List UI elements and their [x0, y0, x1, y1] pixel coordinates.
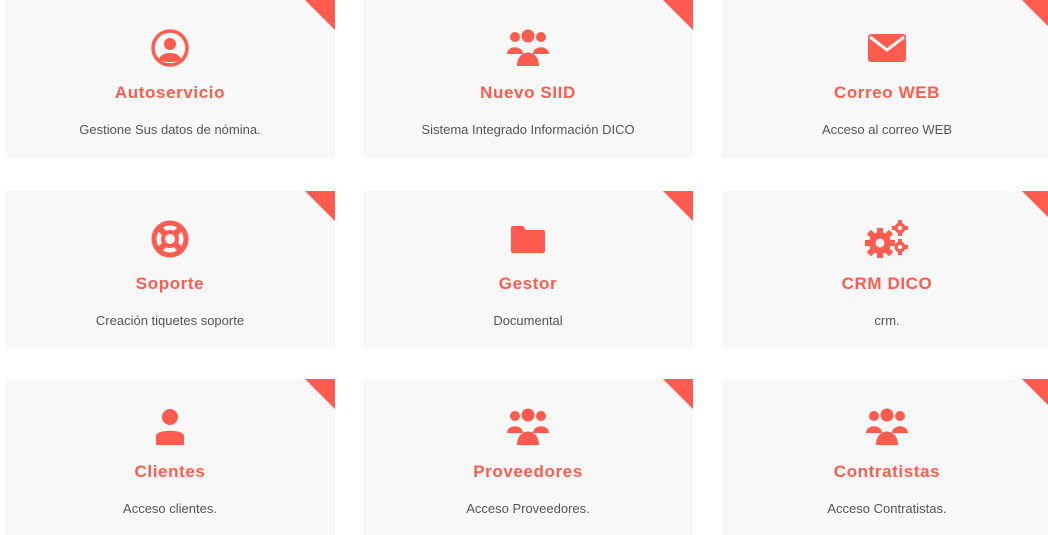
card-description: Creación tiquetes soporte	[95, 313, 245, 328]
users-icon	[363, 408, 693, 445]
card-nuevo-siid[interactable]: Nuevo SIID Sistema Integrado Información…	[363, 0, 693, 158]
card-correo-web[interactable]: Correo WEB Acceso al correo WEB	[722, 0, 1048, 158]
corner-ribbon	[305, 0, 335, 30]
users-icon	[363, 29, 693, 66]
card-clientes[interactable]: Clientes Acceso clientes.	[5, 379, 335, 535]
card-contratistas[interactable]: Contratistas Acceso Contratistas.	[722, 379, 1048, 535]
card-title: Gestor	[498, 274, 558, 293]
corner-ribbon	[663, 0, 693, 30]
envelope-icon	[722, 30, 1048, 66]
card-crm-dico[interactable]: CRM DICO crm.	[722, 191, 1048, 349]
card-gestor[interactable]: Gestor Documental	[363, 191, 693, 349]
card-autoservicio[interactable]: Autoservicio Gestione Sus datos de nómin…	[5, 0, 335, 158]
life-ring-icon	[5, 220, 335, 258]
corner-ribbon	[1022, 0, 1048, 30]
user-icon	[5, 409, 335, 445]
card-description: Gestione Sus datos de nómina.	[79, 122, 261, 137]
card-description: Acceso clientes.	[123, 501, 217, 516]
card-title: Contratistas	[833, 462, 941, 481]
card-title: Correo WEB	[833, 83, 941, 102]
card-proveedores[interactable]: Proveedores Acceso Proveedores.	[363, 379, 693, 535]
card-description: Acceso al correo WEB	[821, 122, 953, 137]
folder-icon	[363, 221, 693, 257]
corner-ribbon	[1022, 191, 1048, 221]
users-icon	[722, 408, 1048, 445]
card-description: Acceso Contratistas.	[827, 501, 947, 516]
app-grid: Autoservicio Gestione Sus datos de nómin…	[0, 0, 1048, 535]
corner-ribbon	[1022, 379, 1048, 409]
cogs-icon	[722, 220, 1048, 258]
card-title: Proveedores	[473, 462, 583, 481]
corner-ribbon	[305, 379, 335, 409]
card-title: Clientes	[134, 462, 206, 481]
card-description: Acceso Proveedores.	[466, 501, 590, 516]
card-title: Soporte	[135, 274, 205, 293]
user-circle-icon	[5, 29, 335, 67]
card-title: Nuevo SIID	[480, 83, 576, 102]
corner-ribbon	[305, 191, 335, 221]
corner-ribbon	[663, 191, 693, 221]
corner-ribbon	[663, 379, 693, 409]
card-title: Autoservicio	[114, 83, 226, 102]
card-description: Sistema Integrado Información DICO	[421, 122, 635, 137]
card-soporte[interactable]: Soporte Creación tiquetes soporte	[5, 191, 335, 349]
card-description: Documental	[493, 313, 563, 328]
card-description: crm.	[874, 313, 900, 328]
card-title: CRM DICO	[841, 274, 933, 293]
